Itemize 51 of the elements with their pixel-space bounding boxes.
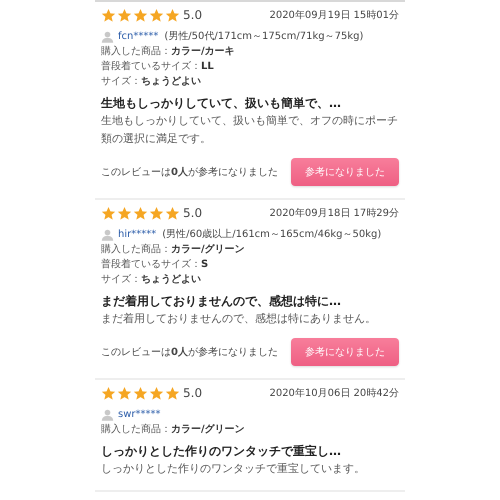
avatar-icon (101, 31, 114, 43)
star-icon (165, 386, 180, 400)
star-icon (133, 8, 148, 22)
star-icon (149, 8, 164, 22)
star-icon (149, 206, 164, 220)
detail-label: 購入した商品： (101, 46, 171, 57)
review-text: しっかりとした作りのワンタッチで重宝しています。 (101, 461, 366, 477)
detail-value: カラー/グリーン (171, 424, 245, 435)
avatar-icon (101, 409, 114, 421)
detail-label: 購入した商品： (101, 424, 171, 435)
detail-value: カラー/カーキ (171, 46, 235, 57)
review-title: 生地もしっかりしていて、扱いも簡単で、… (101, 95, 342, 112)
detail-label: サイズ： (101, 76, 141, 87)
detail-label: 購入した商品： (101, 244, 171, 255)
detail-label: サイズ： (101, 274, 141, 285)
review-date: 2020年09月19日 15時01分 (269, 8, 399, 22)
star-icon (165, 206, 180, 220)
rating-score: 5.0 (183, 386, 202, 400)
detail-value: ちょうどよい (141, 76, 201, 87)
review-title: しっかりとした作りのワンタッチで重宝し… (101, 443, 342, 460)
user-profile: (男性/50代/171cm～175cm/71kg～75kg) (164, 30, 364, 44)
detail-label: 普段着ているサイズ： (101, 259, 201, 270)
rating-score: 5.0 (183, 8, 202, 22)
review-date: 2020年09月18日 17時29分 (269, 206, 399, 220)
star-icon (149, 386, 164, 400)
user-name[interactable]: swr***** (118, 408, 160, 422)
avatar-icon (101, 229, 114, 241)
star-icon (101, 8, 116, 22)
review-text: 生地もしっかりしていて、扱いも簡単で、オフの時にポーチ類の選択に満足です。 (101, 113, 399, 147)
user-name[interactable]: hir***** (118, 228, 156, 242)
star-icon (117, 206, 132, 220)
star-icon (117, 386, 132, 400)
star-icon (133, 206, 148, 220)
review-title: まだ着用しておりませんので、感想は特に… (101, 293, 342, 310)
detail-value: S (201, 259, 208, 270)
helpful-count: このレビューは0人が参考になりました (101, 166, 278, 179)
star-icon (101, 206, 116, 220)
detail-label: 普段着ているサイズ： (101, 61, 201, 72)
user-profile: (男性/60歳以上/161cm～165cm/46kg～50kg) (162, 228, 382, 242)
star-icon (101, 386, 116, 400)
detail-value: カラー/グリーン (171, 244, 245, 255)
user-name[interactable]: fcn***** (118, 30, 158, 44)
star-icon (165, 8, 180, 22)
helpful-count: このレビューは0人が参考になりました (101, 346, 278, 359)
detail-value: ちょうどよい (141, 274, 201, 285)
detail-value: LL (201, 61, 214, 72)
review-text: まだ着用しておりませんので、感想は特にありません。 (101, 311, 377, 327)
review-date: 2020年10月06日 20時42分 (269, 386, 399, 400)
star-icon (133, 386, 148, 400)
rating-score: 5.0 (183, 206, 202, 220)
star-icon (117, 8, 132, 22)
